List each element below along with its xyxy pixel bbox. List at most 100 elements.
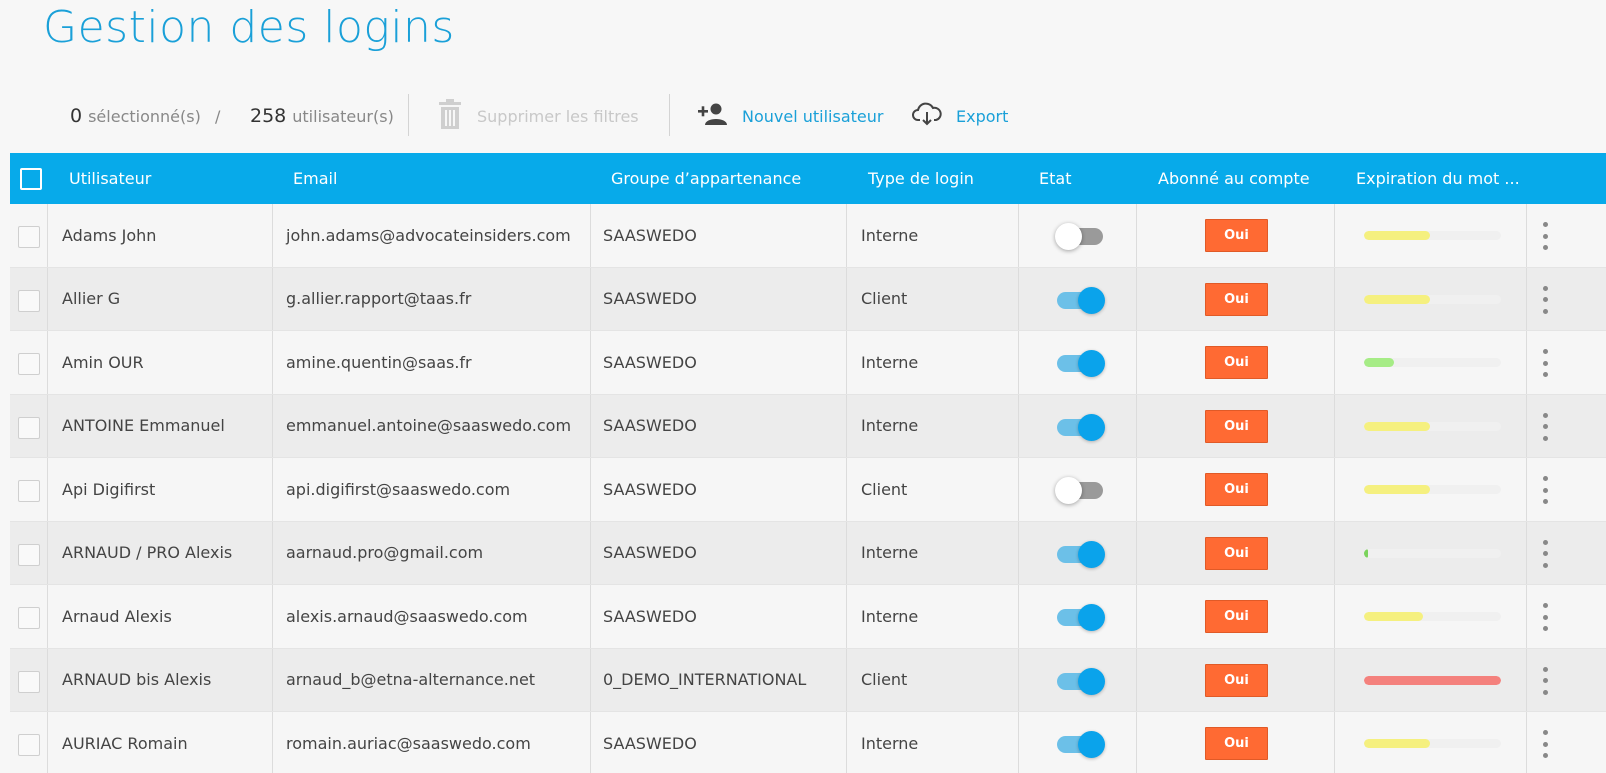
toggle-knob <box>1055 223 1082 250</box>
column-divider <box>47 458 48 521</box>
row-checkbox[interactable] <box>18 353 40 375</box>
state-toggle[interactable] <box>1055 475 1105 505</box>
cell-login-type: Interne <box>861 225 919 245</box>
state-toggle[interactable] <box>1055 412 1105 442</box>
row-checkbox[interactable] <box>18 670 40 693</box>
state-toggle[interactable] <box>1055 221 1105 251</box>
expiration-progress-fill <box>1364 294 1430 304</box>
column-divider <box>846 712 847 773</box>
column-header-subscribed[interactable]: Abonné au compte <box>1158 153 1310 204</box>
kebab-menu-icon[interactable] <box>1538 222 1552 250</box>
state-toggle[interactable] <box>1055 602 1105 632</box>
column-divider <box>590 394 591 457</box>
subscribed-badge[interactable]: Oui <box>1205 727 1268 760</box>
selected-label: sélectionné(s) <box>88 106 201 126</box>
subscribed-badge[interactable]: Oui <box>1205 536 1268 570</box>
kebab-menu-icon[interactable] <box>1538 412 1552 441</box>
column-divider <box>1526 648 1527 711</box>
column-divider <box>1526 712 1527 773</box>
column-divider <box>47 331 48 394</box>
select-all-checkbox[interactable] <box>20 168 42 190</box>
column-divider <box>846 331 847 394</box>
column-divider <box>47 712 48 773</box>
column-divider <box>272 331 273 394</box>
table-row[interactable]: AURIAC Romain romain.auriac@saaswedo.com S… <box>10 712 1606 773</box>
table-row[interactable]: Api Digifirst api.digifirst@saaswedo.com S… <box>10 458 1606 522</box>
table-row[interactable]: Allier G g.allier.rapport@taas.fr SAASWEDO… <box>10 267 1606 331</box>
cell-group: SAASWEDO <box>603 352 697 372</box>
column-divider <box>1018 712 1019 773</box>
cell-group: SAASWEDO <box>603 225 697 245</box>
row-checkbox[interactable] <box>18 607 40 629</box>
state-toggle[interactable] <box>1055 285 1105 315</box>
column-divider <box>272 585 273 648</box>
table-row[interactable]: ANTOINE Emmanuel emmanuel.antoine@saaswed… <box>10 394 1606 458</box>
state-toggle[interactable] <box>1055 729 1105 759</box>
subscribed-badge[interactable]: Oui <box>1205 219 1268 252</box>
column-divider <box>47 585 48 648</box>
subscribed-badge[interactable]: Oui <box>1205 600 1268 633</box>
cell-group: SAASWEDO <box>603 543 697 563</box>
column-divider <box>1136 585 1137 648</box>
kebab-menu-icon[interactable] <box>1538 285 1552 314</box>
table-header: Utilisateur Email Groupe d’appartenance … <box>10 153 1606 204</box>
table-row[interactable]: Arnaud Alexis alexis.arnaud@saaswedo.com S… <box>10 585 1606 649</box>
row-checkbox[interactable] <box>18 734 40 756</box>
subscribed-badge[interactable]: Oui <box>1205 282 1268 316</box>
export-label: Export <box>956 106 1009 126</box>
column-divider <box>1136 458 1137 521</box>
column-header-group[interactable]: Groupe d’appartenance <box>611 153 801 204</box>
table-row[interactable]: ARNAUD bis Alexis arnaud_b@etna-alternanc… <box>10 648 1606 712</box>
column-header-email[interactable]: Email <box>293 153 337 204</box>
row-checkbox[interactable] <box>18 289 40 312</box>
column-divider <box>846 585 847 648</box>
subscribed-badge[interactable]: Oui <box>1205 346 1268 379</box>
cell-user: ANTOINE Emmanuel <box>62 416 225 436</box>
column-divider <box>272 204 273 267</box>
table-row[interactable]: ARNAUD / PRO Alexis aarnaud.pro@gmail.com… <box>10 521 1606 585</box>
subscribed-badge[interactable]: Oui <box>1205 409 1268 443</box>
trash-icon <box>437 98 463 134</box>
new-user-button[interactable]: Nouvel utilisateur <box>698 92 883 140</box>
row-checkbox[interactable] <box>18 226 40 248</box>
cell-user: Arnaud Alexis <box>62 606 172 626</box>
cell-user: Adams John <box>62 225 157 245</box>
column-header-state[interactable]: Etat <box>1039 153 1071 204</box>
export-button[interactable]: Export <box>912 92 1008 140</box>
toggle-knob <box>1055 477 1082 504</box>
cell-login-type: Interne <box>861 352 919 372</box>
column-header-user[interactable]: Utilisateur <box>69 153 151 204</box>
column-divider <box>272 712 273 773</box>
column-header-expiration[interactable]: Expiration du mot ... <box>1356 153 1520 204</box>
kebab-menu-icon[interactable] <box>1538 730 1552 758</box>
state-toggle[interactable] <box>1055 539 1105 569</box>
kebab-menu-icon[interactable] <box>1538 603 1552 631</box>
column-divider <box>846 521 847 584</box>
clear-filters-button[interactable]: Supprimer les filtres <box>437 92 639 140</box>
kebab-menu-icon[interactable] <box>1538 666 1552 695</box>
toggle-knob <box>1078 604 1105 631</box>
kebab-menu-icon[interactable] <box>1538 349 1552 377</box>
column-divider <box>846 267 847 330</box>
toggle-knob <box>1078 667 1105 695</box>
kebab-menu-icon[interactable] <box>1538 539 1552 568</box>
state-toggle[interactable] <box>1055 348 1105 378</box>
kebab-menu-icon[interactable] <box>1538 476 1552 504</box>
state-toggle[interactable] <box>1055 666 1105 696</box>
subscribed-badge[interactable]: Oui <box>1205 473 1268 506</box>
column-header-login-type[interactable]: Type de login <box>868 153 974 204</box>
row-checkbox[interactable] <box>18 416 40 439</box>
table-row[interactable]: Amin OUR amine.quentin@saas.fr SAASWEDO Int… <box>10 331 1606 395</box>
subscribed-badge[interactable]: Oui <box>1205 663 1268 697</box>
column-divider <box>590 331 591 394</box>
table-row[interactable]: Adams John john.adams@advocateinsiders.co… <box>10 204 1606 268</box>
column-divider <box>1136 648 1137 711</box>
row-checkbox[interactable] <box>18 480 40 502</box>
column-divider <box>590 712 591 773</box>
expiration-progress <box>1364 612 1501 621</box>
row-checkbox[interactable] <box>18 543 40 566</box>
expiration-progress-fill <box>1364 421 1430 431</box>
column-divider <box>590 521 591 584</box>
column-divider <box>590 458 591 521</box>
column-divider <box>1018 331 1019 394</box>
